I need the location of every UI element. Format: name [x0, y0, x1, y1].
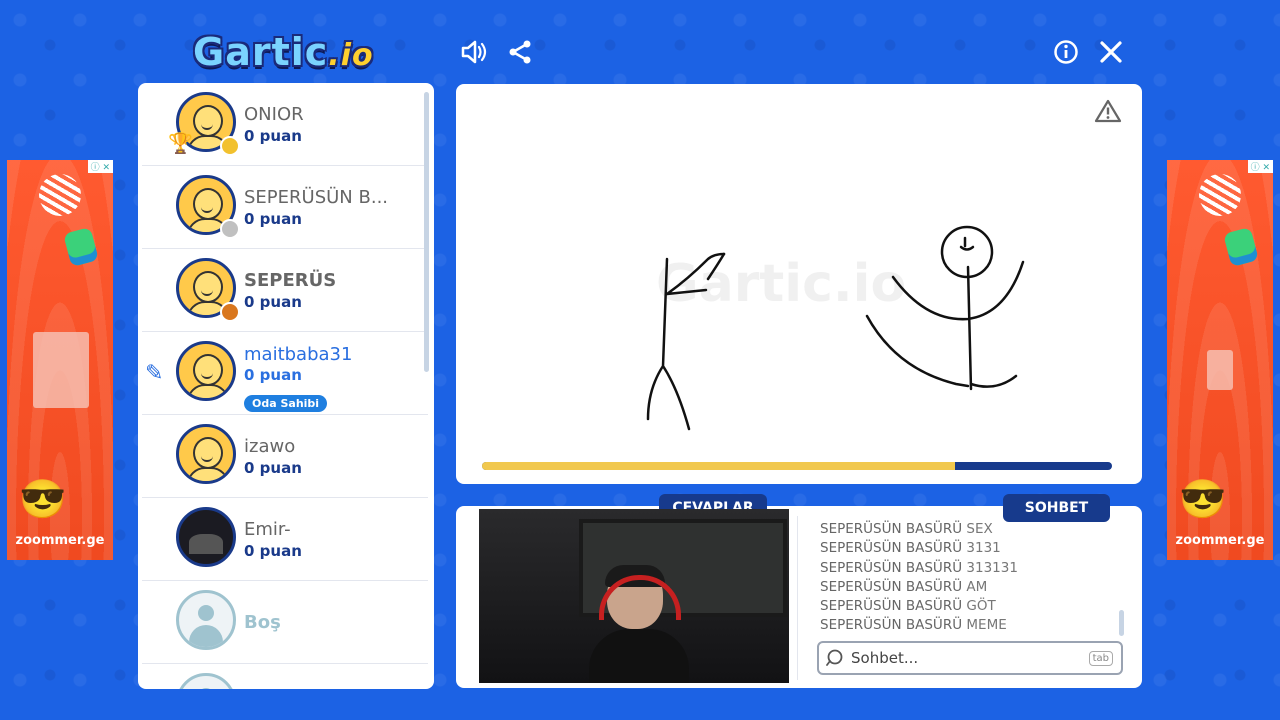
rank-medal-silver — [220, 219, 240, 239]
player-row[interactable]: izawo 0 puan — [142, 415, 428, 498]
tab-chat[interactable]: SOHBET — [1003, 494, 1110, 522]
player-row[interactable]: Emir- 0 puan — [142, 498, 428, 581]
empty-slot — [142, 664, 428, 689]
chat-scrollbar[interactable] — [1119, 610, 1124, 636]
chat-message: SEPERÜSÜN BASÜRÜ AM — [820, 578, 988, 595]
zoommer-logo-icon — [39, 174, 81, 216]
pencil-icon: ✎ — [145, 360, 164, 385]
share-icon[interactable] — [504, 36, 536, 68]
zoommer-logo-icon — [1199, 174, 1241, 216]
player-score: 0 puan — [244, 210, 302, 228]
chat-log: SEPERÜSÜN BASÜRÜ SEX SEPERÜSÜN BASÜRÜ 31… — [820, 520, 1120, 636]
player-score: 0 puan — [244, 127, 302, 145]
ad-info-icon[interactable]: ⓘ ✕ — [1247, 160, 1273, 173]
ad-brand: zoommer.ge — [1175, 533, 1265, 548]
sunglasses-emoji-icon: 😎 — [1179, 479, 1227, 521]
sound-icon[interactable] — [458, 36, 490, 68]
streamer — [589, 565, 699, 683]
webcam-overlay — [479, 509, 789, 683]
report-warning-icon[interactable] — [1094, 98, 1122, 129]
drawing-strokes — [646, 225, 1025, 431]
chat-message: SEPERÜSÜN BASÜRÜ 313131 — [820, 559, 1018, 576]
player-score: 0 puan — [244, 459, 302, 477]
gartic-logo[interactable]: Gartic.io — [193, 30, 374, 74]
info-icon[interactable] — [1050, 36, 1082, 68]
player-name: SEPERÜS — [244, 270, 337, 291]
player-name: maitbaba31 — [244, 344, 353, 365]
player-name: SEPERÜSÜN B... — [244, 187, 389, 208]
tab-key-hint: tab — [1088, 650, 1113, 666]
player-name: izawo — [244, 436, 296, 457]
player-name: ONIOR — [244, 104, 304, 125]
player-score: 0 puan — [244, 293, 302, 311]
chat-input[interactable] — [849, 648, 1089, 668]
avatar — [176, 424, 236, 484]
chat-message: SEPERÜSÜN BASÜRÜ MEME — [820, 617, 1007, 634]
empty-slot-label: Boş — [244, 612, 281, 633]
rank-medal-bronze — [220, 302, 240, 322]
player-row[interactable]: SEPERÜSÜN B... 0 puan — [142, 166, 428, 249]
empty-avatar-icon — [176, 673, 236, 689]
ad-brand: zoommer.ge — [15, 533, 105, 548]
timer-progress-fill — [482, 462, 955, 470]
rank-medal-gold — [220, 136, 240, 156]
drawing-canvas[interactable]: Gartic.io — [456, 84, 1142, 484]
ad-info-icon[interactable]: ⓘ ✕ — [87, 160, 113, 173]
player-score: 0 puan — [244, 366, 302, 384]
avatar — [176, 341, 236, 401]
laptop-icon — [33, 332, 89, 408]
right-ad-banner[interactable]: ⓘ ✕ 😎 zoommer.ge — [1167, 160, 1273, 560]
empty-avatar-icon — [176, 590, 236, 650]
player-row[interactable]: 🏆 ONIOR 0 puan — [142, 83, 428, 166]
panel-divider — [797, 516, 798, 680]
chat-bubble-icon — [826, 649, 843, 666]
chat-message: SEPERÜSÜN BASÜRÜ SEX — [820, 521, 993, 537]
left-ad-banner[interactable]: ⓘ ✕ 😎 zoommer.ge — [7, 160, 113, 560]
laptop-icon — [1207, 350, 1233, 390]
player-score: 0 puan — [244, 542, 302, 560]
trophy-icon: 🏆 — [168, 133, 193, 155]
players-scrollbar[interactable] — [424, 92, 429, 372]
close-icon[interactable] — [1095, 36, 1127, 68]
chat-input-box[interactable]: tab — [817, 641, 1123, 675]
chat-message: SEPERÜSÜN BASÜRÜ GÖT — [820, 598, 996, 615]
player-name: Emir- — [244, 519, 291, 540]
player-row-current-drawer[interactable]: ✎ maitbaba31 0 puan Oda Sahibi — [142, 332, 428, 415]
player-row[interactable]: SEPERÜS 0 puan — [142, 249, 428, 332]
empty-slot: Boş — [142, 581, 428, 664]
sunglasses-emoji-icon: 😎 — [19, 479, 67, 521]
timer-progress-bar — [482, 462, 1112, 470]
players-panel[interactable]: 🏆 ONIOR 0 puan SEPERÜSÜN B... 0 puan SEP… — [138, 83, 434, 689]
room-owner-badge: Oda Sahibi — [244, 395, 328, 412]
chat-message: SEPERÜSÜN BASÜRÜ 3131 — [820, 540, 1001, 557]
avatar — [176, 507, 236, 567]
